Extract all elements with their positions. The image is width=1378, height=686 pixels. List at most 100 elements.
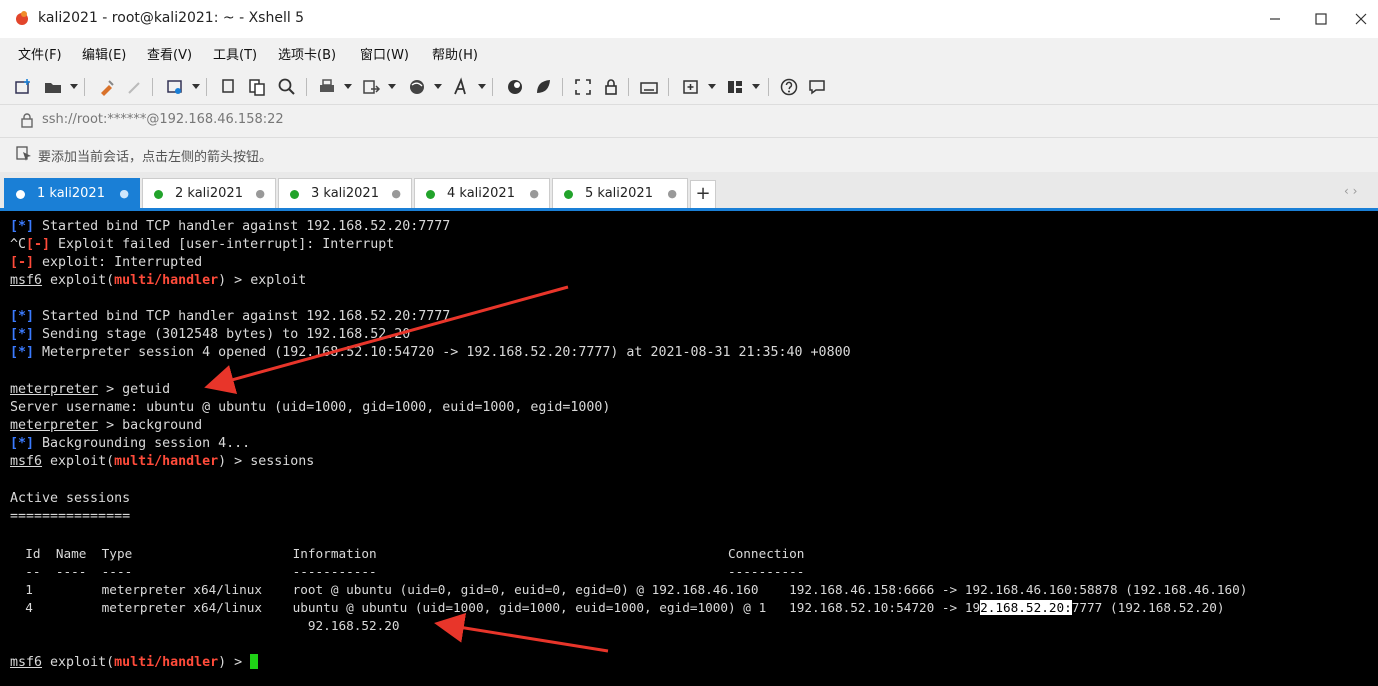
plug-icon — [101, 80, 114, 96]
keyboard-button[interactable] — [638, 76, 660, 98]
terminal-line: ^C[-] Exploit failed [user-interrupt]: I… — [10, 237, 395, 252]
status-dot — [426, 190, 435, 199]
open-button[interactable] — [42, 76, 64, 98]
status-dot — [154, 190, 163, 199]
tab-2[interactable]: 2 kali2021 ● — [142, 178, 276, 209]
menu-window[interactable]: 窗口(W) — [360, 44, 409, 63]
session-row: 4 meterpreter x64/linux ubuntu @ ubuntu … — [10, 600, 1225, 615]
cursor-arrow-icon[interactable] — [16, 146, 32, 162]
add-tab-button[interactable]: + — [690, 180, 716, 210]
title-bar: kali2021 - root@kali2021: ~ - Xshell 5 — [0, 0, 1378, 38]
xftp-button[interactable] — [504, 76, 526, 98]
help-icon — [780, 78, 798, 96]
keyboard-icon — [640, 82, 658, 94]
transfer-dropdown[interactable] — [388, 84, 396, 89]
menu-help[interactable]: 帮助(H) — [432, 44, 478, 63]
toolbar-divider — [628, 78, 629, 96]
tab-scroll-arrows[interactable]: ‹ › — [1344, 184, 1357, 198]
paste-button[interactable] — [246, 76, 268, 98]
menu-tab[interactable]: 选项卡(B) — [278, 44, 336, 63]
chat-icon — [809, 80, 825, 95]
tab-4[interactable]: 4 kali2021 ● — [414, 178, 550, 209]
fullscreen-icon — [575, 79, 591, 95]
xftp-icon — [508, 80, 522, 94]
xmanager-button[interactable] — [532, 76, 554, 98]
menu-file[interactable]: 文件(F) — [18, 44, 62, 63]
disconnect-button[interactable] — [124, 76, 146, 98]
session-row: 1 meterpreter x64/linux root @ ubuntu (u… — [10, 582, 1248, 597]
tab-close-icon[interactable]: ● — [529, 187, 539, 200]
session-row-wrap: 92.168.52.20 — [10, 618, 400, 633]
print-button[interactable] — [316, 76, 338, 98]
toolbar-divider — [668, 78, 669, 96]
lock-button[interactable] — [600, 76, 622, 98]
font-button[interactable] — [450, 76, 472, 98]
sessions-header: Id Name Type Information Connection — [10, 546, 805, 561]
help-button[interactable] — [778, 76, 800, 98]
new-tab-dropdown[interactable] — [708, 84, 716, 89]
lock-icon — [21, 113, 33, 128]
chat-button[interactable] — [806, 76, 828, 98]
tab-close-icon[interactable]: ● — [667, 187, 677, 200]
menu-tools[interactable]: 工具(T) — [213, 44, 257, 63]
new-session-button[interactable] — [12, 76, 34, 98]
toolbar-divider — [768, 78, 769, 96]
close-button[interactable] — [1346, 6, 1376, 32]
session-address[interactable]: ssh://root:******@192.168.46.158:22 — [42, 112, 284, 127]
reconnect-button[interactable] — [96, 76, 118, 98]
tab-1[interactable]: 1 kali2021 ● — [4, 178, 140, 209]
toolbar-divider — [152, 78, 153, 96]
window-settings-icon — [167, 80, 182, 94]
font-icon — [454, 77, 466, 95]
terminal-line: =============== — [10, 509, 131, 524]
toolbar-divider — [492, 78, 493, 96]
print-dropdown[interactable] — [344, 84, 352, 89]
tab-close-icon[interactable]: ● — [255, 187, 265, 200]
tab-5[interactable]: 5 kali2021 ● — [552, 178, 688, 209]
terminal-line: meterpreter > getuid — [10, 382, 171, 397]
font-dropdown[interactable] — [478, 84, 486, 89]
copy-button[interactable] — [218, 76, 240, 98]
tab-3[interactable]: 3 kali2021 ● — [278, 178, 412, 209]
new-tab-button[interactable] — [680, 76, 702, 98]
terminal-line: [*] Sending stage (3012548 bytes) to 192… — [10, 327, 411, 342]
status-dot — [16, 190, 25, 199]
tab-close-icon[interactable]: ● — [119, 187, 129, 200]
tab-close-icon[interactable]: ● — [391, 187, 401, 200]
status-dot — [290, 190, 299, 199]
layout-button[interactable] — [724, 76, 746, 98]
open-dropdown[interactable] — [70, 84, 78, 89]
status-dot — [564, 190, 573, 199]
menu-view[interactable]: 查看(V) — [147, 44, 192, 63]
toolbar-divider — [306, 78, 307, 96]
terminal-line: meterpreter > background — [10, 418, 203, 433]
lock-icon — [605, 79, 617, 95]
terminal-line: [*] Meterpreter session 4 opened (192.16… — [10, 345, 851, 360]
tab-label: 3 kali2021 — [311, 186, 379, 201]
text-selection: 2.168.52.20: — [980, 600, 1072, 615]
properties-button[interactable] — [164, 76, 186, 98]
menu-edit[interactable]: 编辑(E) — [82, 44, 126, 63]
terminal-line: msf6 exploit(multi/handler) > sessions — [10, 454, 315, 469]
web-button[interactable] — [406, 76, 428, 98]
terminal-line: [-] exploit: Interrupted — [10, 255, 203, 270]
folder-icon — [45, 83, 61, 93]
properties-dropdown[interactable] — [192, 84, 200, 89]
minimize-button[interactable] — [1260, 6, 1290, 32]
terminal-line: Server username: ubuntu @ ubuntu (uid=10… — [10, 400, 611, 415]
web-dropdown[interactable] — [434, 84, 442, 89]
toolbar-divider — [206, 78, 207, 96]
find-button[interactable] — [276, 76, 298, 98]
terminal-line: [*] Started bind TCP handler against 192… — [10, 309, 451, 324]
fullscreen-button[interactable] — [572, 76, 594, 98]
terminal-line: msf6 exploit(multi/handler) > exploit — [10, 273, 307, 288]
printer-icon — [320, 79, 334, 92]
terminal-line: [*] Started bind TCP handler against 192… — [10, 219, 451, 234]
transfer-button[interactable] — [360, 76, 382, 98]
copy-icon — [222, 79, 234, 93]
window-title: kali2021 - root@kali2021: ~ - Xshell 5 — [38, 10, 305, 26]
maximize-button[interactable] — [1306, 6, 1336, 32]
layout-dropdown[interactable] — [752, 84, 760, 89]
add-tab-icon — [683, 80, 698, 94]
sessions-separator: -- ---- ---- ----------- ---------- — [10, 564, 805, 579]
